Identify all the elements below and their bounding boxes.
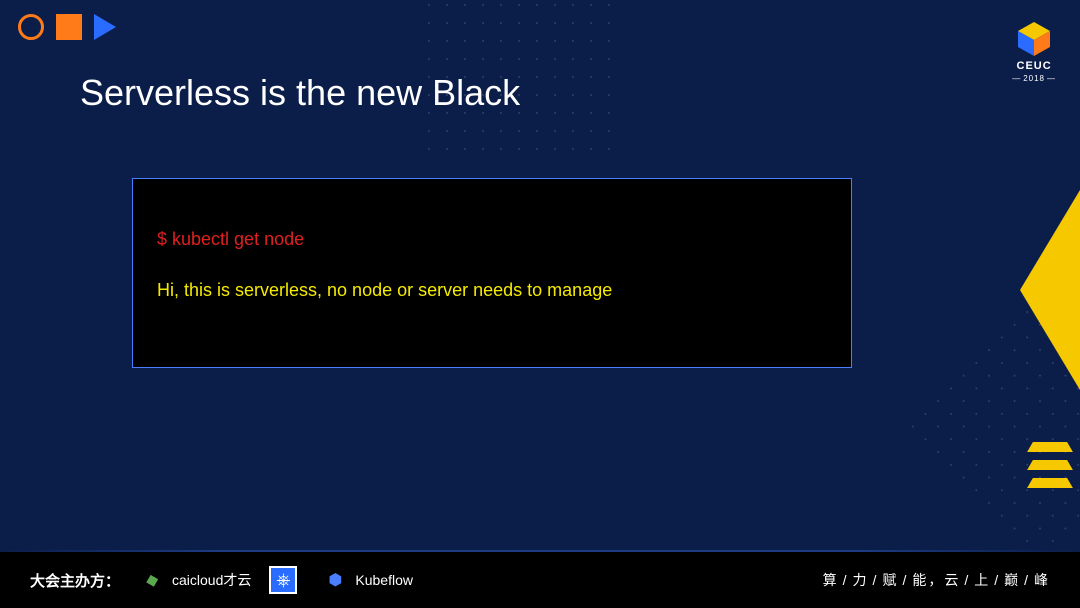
terminal-window: $ kubectl get node Hi, this is serverles… <box>132 178 852 368</box>
logo-year: 2018 <box>1010 74 1058 83</box>
circle-icon <box>18 14 44 40</box>
terminal-command: $ kubectl get node <box>157 229 827 250</box>
caicloud-icon: ◆ <box>135 563 169 597</box>
sponsor-name: caicloud才云 <box>172 570 251 590</box>
decorative-triangle <box>1020 190 1080 390</box>
kubeflow-icon: ⬢ <box>321 566 349 594</box>
event-logo: CEUC 2018 <box>1010 22 1058 83</box>
decorative-chevrons <box>1030 442 1070 488</box>
sponsor-caicloud: ◆ caicloud才云 <box>138 566 251 594</box>
decorative-shapes-row <box>18 14 116 40</box>
cube-icon <box>1014 22 1054 56</box>
sponsor-helm: ⎈ <box>269 566 303 594</box>
sponsor-kubeflow: ⬢ Kubeflow <box>321 566 413 594</box>
helm-icon: ⎈ <box>269 566 297 594</box>
footer-bar: 大会主办方： ◆ caicloud才云 ⎈ ⬢ Kubeflow 算/力/赋/能… <box>0 552 1080 608</box>
organizer-label: 大会主办方： <box>30 570 120 591</box>
play-triangle-icon <box>94 14 116 40</box>
footer-slogan: 算/力/赋/能，云/上/巅/峰 <box>823 570 1050 590</box>
slide-title: Serverless is the new Black <box>80 72 520 114</box>
terminal-output: Hi, this is serverless, no node or serve… <box>157 280 827 301</box>
logo-text: CEUC <box>1017 60 1052 72</box>
sponsor-name: Kubeflow <box>355 572 413 588</box>
square-icon <box>56 14 82 40</box>
footer-left: 大会主办方： ◆ caicloud才云 ⎈ ⬢ Kubeflow <box>30 566 413 594</box>
